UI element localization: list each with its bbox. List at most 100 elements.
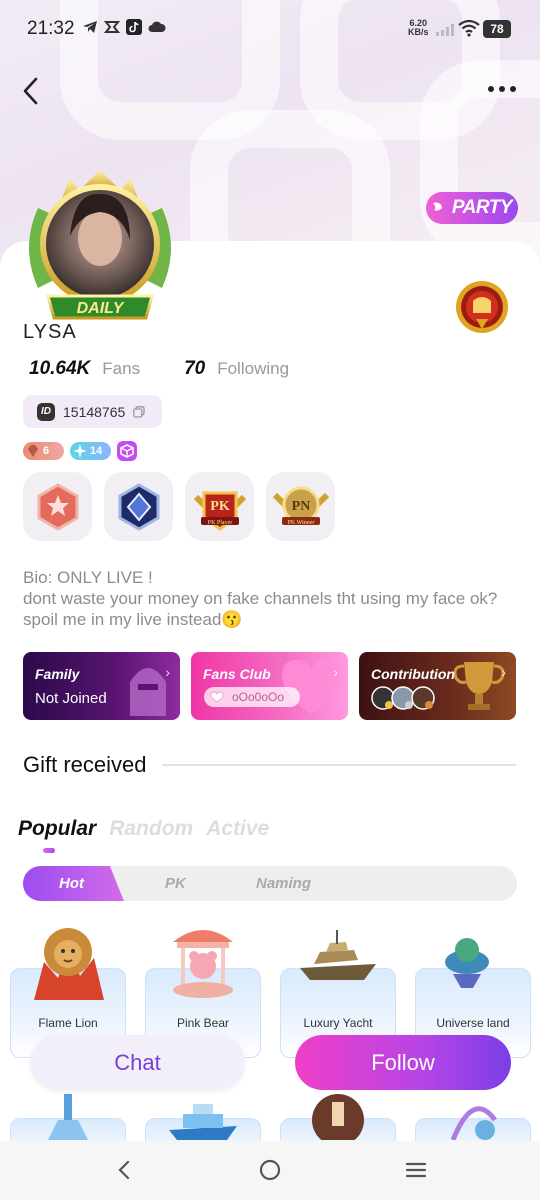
- party-badge[interactable]: PARTY: [426, 192, 518, 224]
- party-wings-icon: [432, 202, 442, 211]
- vip-cube-badge[interactable]: [117, 441, 137, 461]
- wealth-level-value: 6: [43, 445, 50, 457]
- medal-list: PK PK Player PN PK Winner: [23, 472, 335, 541]
- lantern-gift-image: [312, 1094, 364, 1140]
- red-rank-medal-icon: [37, 482, 78, 531]
- blue-rank-medal-icon: [118, 482, 159, 531]
- contribution-title: Contribution: [371, 666, 455, 682]
- bio-line-1: Bio: ONLY LIVE !: [23, 568, 153, 587]
- family-title: Family: [35, 666, 80, 682]
- bio-line-2: dont waste your money on fake channels t…: [23, 589, 498, 608]
- status-bar: 21:32 6.20 KB/s 78: [0, 0, 540, 58]
- gift-name: Pink Bear: [176, 1016, 230, 1030]
- fans-label[interactable]: Fans: [102, 359, 140, 379]
- system-navigation-bar: [0, 1141, 540, 1200]
- cube-icon: [120, 444, 134, 458]
- follow-button[interactable]: Follow: [295, 1035, 511, 1090]
- level-badges: 6 14: [23, 441, 137, 461]
- charm-level-badge[interactable]: 14: [70, 442, 111, 460]
- gift-category-tabs: Popular Random Active: [18, 817, 269, 841]
- tower-gift-image: [48, 1094, 88, 1140]
- username: LYSA: [23, 321, 77, 343]
- tab-popular[interactable]: Popular: [18, 817, 96, 841]
- id-icon: ID: [37, 402, 55, 421]
- nav-recents-icon[interactable]: [405, 1159, 427, 1181]
- gem-icon: [28, 445, 38, 457]
- fans-count[interactable]: 10.64K: [29, 358, 90, 380]
- gift-sub-tabs: Hot PK Naming: [23, 866, 517, 901]
- family-chevron-icon: ›: [165, 664, 170, 680]
- svg-text:PN: PN: [291, 499, 310, 514]
- pk-winner-medal-icon: PN PK Winner: [272, 486, 329, 526]
- nav-home-icon[interactable]: [259, 1159, 281, 1181]
- user-id-value: 15148765: [63, 403, 126, 420]
- signal-icon: [436, 24, 454, 36]
- sparkle-icon: [73, 444, 87, 458]
- gift-name: Flame Lion: [38, 1016, 98, 1030]
- party-label: PARTY: [451, 197, 513, 218]
- avatar-daily-badge: DAILY: [77, 300, 125, 317]
- top-contributors: [371, 686, 435, 710]
- luxury-yacht-image: [300, 930, 376, 980]
- fans-club-name-pill: oOo0oOo: [204, 687, 300, 707]
- small-heart-icon: [210, 691, 224, 703]
- following-count[interactable]: 70: [184, 358, 205, 380]
- more-options-icon[interactable]: [488, 86, 516, 92]
- bio-text: Bio: ONLY LIVE ! dont waste your money o…: [23, 567, 523, 630]
- flame-lion-image: [34, 928, 104, 1000]
- tab-random[interactable]: Random: [109, 817, 193, 841]
- following-label[interactable]: Following: [217, 359, 289, 379]
- wifi-icon: [458, 19, 480, 37]
- charm-level-value: 14: [90, 445, 103, 457]
- fans-club-title: Fans Club: [203, 666, 271, 682]
- follow-stats: 10.64K Fans 70 Following: [29, 358, 289, 380]
- fans-club-chevron-icon: ›: [333, 664, 338, 680]
- tab-active[interactable]: Active: [206, 817, 269, 841]
- svg-text:PK: PK: [210, 499, 230, 514]
- medal-blue-rank[interactable]: [104, 472, 173, 541]
- universe-land-image: [445, 922, 511, 988]
- notification-icons: [82, 19, 166, 35]
- network-speed: 6.20 KB/s: [408, 19, 429, 37]
- cloud-icon: [148, 21, 166, 32]
- subtab-naming[interactable]: Naming: [256, 866, 311, 901]
- contribution-chevron-icon: ›: [501, 664, 506, 680]
- contributor-avatar-3: [411, 686, 435, 710]
- pink-bear-image: [173, 930, 233, 998]
- medal-red-rank[interactable]: [23, 472, 92, 541]
- gift-name: Luxury Yacht: [303, 1016, 373, 1030]
- user-id-pill[interactable]: ID 15148765: [23, 395, 162, 428]
- avatar-with-daily-frame[interactable]: DAILY: [18, 168, 182, 326]
- subtab-hot[interactable]: Hot: [23, 866, 124, 901]
- fans-club-card[interactable]: Fans Club oOo0oOo ›: [191, 652, 348, 720]
- rank-emblem-icon[interactable]: [454, 279, 510, 335]
- bio-line-3: spoil me in my live instead😗: [23, 610, 243, 629]
- pk-player-label: PK Player: [207, 520, 232, 526]
- pk-player-medal-icon: PK PK Player: [193, 491, 246, 531]
- medal-pk-winner[interactable]: PN PK Winner: [266, 472, 335, 541]
- rainbow-gift-image: [450, 1106, 498, 1140]
- telegram-icon: [83, 21, 97, 33]
- pk-winner-label: PK Winner: [287, 520, 314, 526]
- tiktok-icon: [126, 19, 142, 35]
- copy-icon[interactable]: [133, 405, 145, 418]
- status-time: 21:32: [27, 18, 75, 39]
- gift-received-title: Gift received: [23, 752, 147, 777]
- tab-active-indicator: [43, 848, 55, 853]
- battery-indicator: 78: [483, 20, 511, 38]
- nav-back-icon[interactable]: [115, 1159, 133, 1181]
- contribution-card[interactable]: Contribution ›: [359, 652, 516, 720]
- section-divider: [162, 764, 516, 766]
- capcut-icon: [104, 21, 120, 33]
- net-speed-unit: KB/s: [408, 27, 429, 37]
- wealth-level-badge[interactable]: 6: [23, 442, 64, 460]
- family-status: Not Joined: [35, 690, 107, 707]
- subtab-pk[interactable]: PK: [165, 866, 186, 901]
- family-card[interactable]: Family Not Joined ›: [23, 652, 180, 720]
- medal-pk-player[interactable]: PK PK Player: [185, 472, 254, 541]
- cruise-gift-image: [169, 1104, 237, 1140]
- gift-name: Universe land: [436, 1016, 510, 1030]
- chat-button[interactable]: Chat: [30, 1035, 245, 1090]
- fans-club-name: oOo0oOo: [232, 690, 285, 704]
- back-arrow-icon[interactable]: [18, 74, 48, 108]
